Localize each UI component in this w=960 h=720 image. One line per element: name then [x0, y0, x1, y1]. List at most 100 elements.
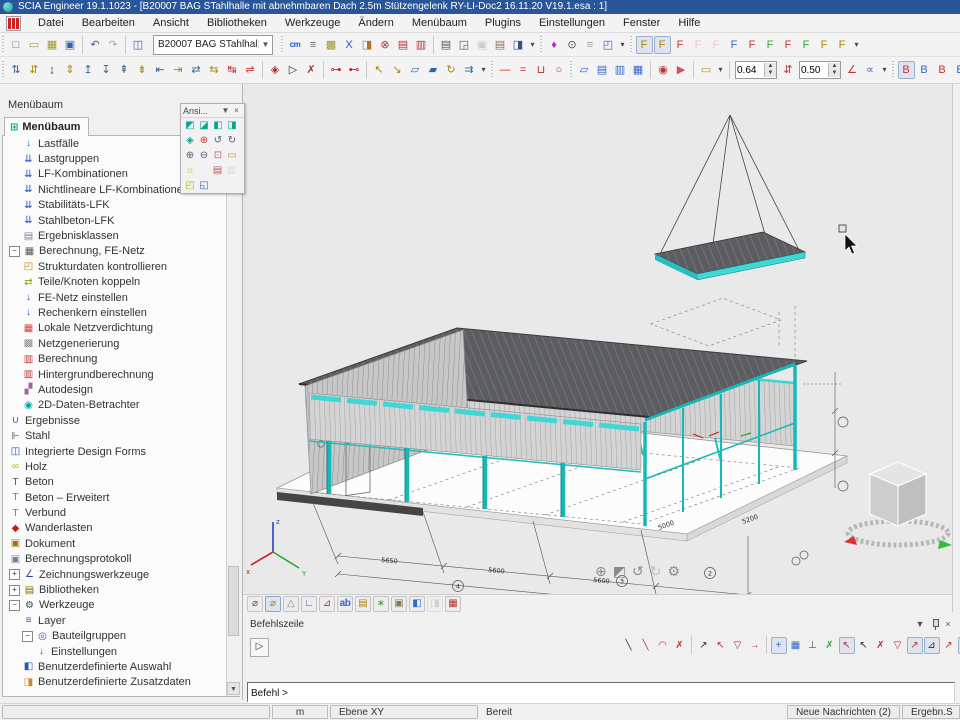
view-flag-11-icon[interactable]: F — [816, 36, 833, 54]
print-preview-icon[interactable]: ◲ — [456, 36, 473, 54]
snap-mode-6-icon[interactable]: ⊿ — [924, 637, 940, 654]
toolbar-grip[interactable] — [2, 36, 4, 54]
tree-item-label[interactable]: Zeichnungswerkzeuge — [39, 569, 149, 581]
tree-item-label[interactable]: Berechnungsprotokoll — [25, 553, 131, 565]
tree-item[interactable]: TBeton — [3, 475, 239, 490]
view-palette[interactable]: Ansi... ▼ × ◩◪◧◨◈⊕↺↻⊕⊖⊡▭☼▤▥◰◱ — [180, 103, 245, 194]
node-tool-4-icon[interactable]: ⇕ — [62, 61, 79, 79]
tree-item[interactable]: ◫Integrierte Design Forms — [3, 444, 239, 459]
tree-item-label[interactable]: Hintergrundberechnung — [38, 369, 154, 381]
menu-ansicht[interactable]: Ansicht — [144, 14, 198, 32]
tree-item-label[interactable]: Beton — [25, 476, 54, 488]
project-selector[interactable]: B20007 BAG STahlhalle m ▼ — [153, 35, 273, 55]
rotate-icon[interactable]: ↻ — [443, 61, 460, 79]
save-icon[interactable]: ▣ — [62, 36, 79, 54]
snap-ortho-icon[interactable]: ⊥ — [805, 637, 821, 654]
tree-item-label[interactable]: Einstellungen — [51, 646, 117, 658]
snap-point-icon[interactable]: ↗ — [696, 637, 712, 654]
statistics-icon[interactable]: ≡ — [582, 36, 599, 54]
menu-einstellungen[interactable]: Einstellungen — [530, 14, 614, 32]
view-flag-8-icon[interactable]: F — [762, 36, 779, 54]
tree-item[interactable]: ⇄Teile/Knoten koppeln — [3, 275, 239, 290]
snap-grid-icon[interactable]: ▦ — [788, 637, 804, 654]
gallery-icon[interactable]: ▤ — [492, 36, 509, 54]
view-settings-icon[interactable]: ⚙ — [667, 563, 680, 579]
render-mode-2-icon[interactable]: ◨ — [427, 596, 443, 612]
view-flag-2-icon[interactable]: F — [654, 36, 671, 54]
tree-item[interactable]: ∪Ergebnisse — [3, 413, 239, 428]
menu-werkzeuge[interactable]: Werkzeuge — [276, 14, 349, 32]
tree-item[interactable]: ▣Dokument — [3, 536, 239, 551]
copy-icon[interactable]: ▱ — [407, 61, 424, 79]
tree-item[interactable]: ⇊Stahlbeton-LFK — [3, 213, 239, 228]
units-icon[interactable]: cm — [287, 36, 304, 54]
status-plane[interactable]: Ebene XY — [330, 705, 478, 719]
more-icon[interactable]: ▾ — [479, 61, 489, 79]
more-icon[interactable]: ▾ — [880, 61, 890, 79]
node-tool-11-icon[interactable]: ⇄ — [188, 61, 205, 79]
light-icon[interactable]: ☼ — [184, 164, 197, 177]
collapse-icon[interactable]: − — [9, 246, 20, 257]
view-flag-12-icon[interactable]: F — [834, 36, 851, 54]
draw-circle-icon[interactable]: ○ — [551, 61, 568, 79]
tree-item[interactable]: ⇊Stabilitäts-LFK — [3, 198, 239, 213]
solver-icon[interactable]: ▤ — [395, 36, 412, 54]
toolbar-grip[interactable] — [281, 36, 283, 54]
save-database-icon[interactable]: ▦ — [44, 36, 61, 54]
node-tool-1-icon[interactable]: ⇅ — [8, 61, 25, 79]
scale-spinner-1-input[interactable] — [736, 65, 764, 76]
tree-item[interactable]: ▩Netzgenerierung — [3, 336, 239, 351]
grid-display-icon[interactable]: ▦ — [445, 596, 461, 612]
fly-through-icon[interactable]: ▶ — [673, 61, 690, 79]
snap-move-icon[interactable]: ↖ — [713, 637, 729, 654]
document-menu-icon[interactable] — [6, 16, 21, 31]
tree-item[interactable]: ≡Layer — [3, 613, 239, 628]
collapse-icon[interactable]: − — [22, 631, 33, 642]
snap-cursor-icon[interactable]: + — [771, 637, 787, 654]
chevron-down-icon[interactable]: ▼ — [913, 619, 927, 629]
copy-attr-2-icon[interactable]: ▤ — [594, 61, 611, 79]
scale-ratio-icon[interactable]: ∝ — [862, 61, 879, 79]
tree-item-label[interactable]: Verbund — [25, 507, 66, 519]
menu-fenster[interactable]: Fenster — [614, 14, 669, 32]
tree-item[interactable]: TBeton – Erweitert — [3, 490, 239, 505]
toolbar-grip[interactable] — [630, 36, 632, 54]
tree-item[interactable]: ◆Wanderlasten — [3, 521, 239, 536]
move-icon[interactable]: ↖ — [371, 61, 388, 79]
tree-item[interactable]: ∞Holz — [3, 459, 239, 474]
document-icon[interactable]: ▣ — [474, 36, 491, 54]
snap-mode-1-icon[interactable]: ↖ — [839, 637, 855, 654]
render-image-icon[interactable]: ▤ — [211, 164, 224, 177]
draw-parallel-icon[interactable]: = — [515, 61, 532, 79]
spin-up-icon[interactable]: ▲ — [765, 63, 776, 70]
tree-item-label[interactable]: Strukturdaten kontrollieren — [38, 261, 167, 273]
close-icon[interactable]: × — [941, 619, 955, 629]
rotate-left-icon[interactable]: ↺ — [212, 134, 225, 147]
view-front-icon[interactable]: ◩ — [184, 119, 197, 132]
tree-item-label[interactable]: Ergebnisse — [25, 415, 80, 427]
snap-arc-icon[interactable]: ◠ — [655, 637, 671, 654]
undo-icon[interactable]: ↶ — [87, 36, 104, 54]
status-results-button[interactable]: Ergebn.S — [902, 705, 960, 719]
tree-item-label[interactable]: Ergebnisklassen — [38, 230, 119, 242]
scale-spinner-1[interactable]: ▲▼ — [735, 61, 777, 79]
tab-menubaum[interactable]: ⊞ Menübaum — [4, 117, 89, 136]
more-icon[interactable]: ▾ — [528, 36, 538, 54]
clipboard-icon[interactable]: ◨ — [359, 36, 376, 54]
tree-item[interactable]: ▥Hintergrundberechnung — [3, 367, 239, 382]
label-beam-3-icon[interactable]: B — [934, 61, 951, 79]
more-icon[interactable]: ▾ — [618, 36, 628, 54]
tree-item[interactable]: ◧Benutzerdefinierte Auswahl — [3, 659, 239, 674]
snap-cancel-icon[interactable]: ✗ — [822, 637, 838, 654]
snap-curve-icon[interactable]: → — [747, 637, 763, 654]
deselect-icon[interactable]: ✗ — [303, 61, 320, 79]
view-flag-10-icon[interactable]: F — [798, 36, 815, 54]
expand-icon[interactable]: + — [9, 569, 20, 580]
copy-attr-3-icon[interactable]: ▥ — [612, 61, 629, 79]
copy-attr-4-icon[interactable]: ▦ — [630, 61, 647, 79]
zoom-selection-icon[interactable]: ⊙ — [564, 36, 581, 54]
draw-polyline-icon[interactable]: ⊔ — [533, 61, 550, 79]
detached-roof-panel[interactable] — [655, 115, 805, 280]
tree-item[interactable]: −◎Bauteilgruppen — [3, 629, 239, 644]
results-setup-icon[interactable]: ▥ — [413, 36, 430, 54]
